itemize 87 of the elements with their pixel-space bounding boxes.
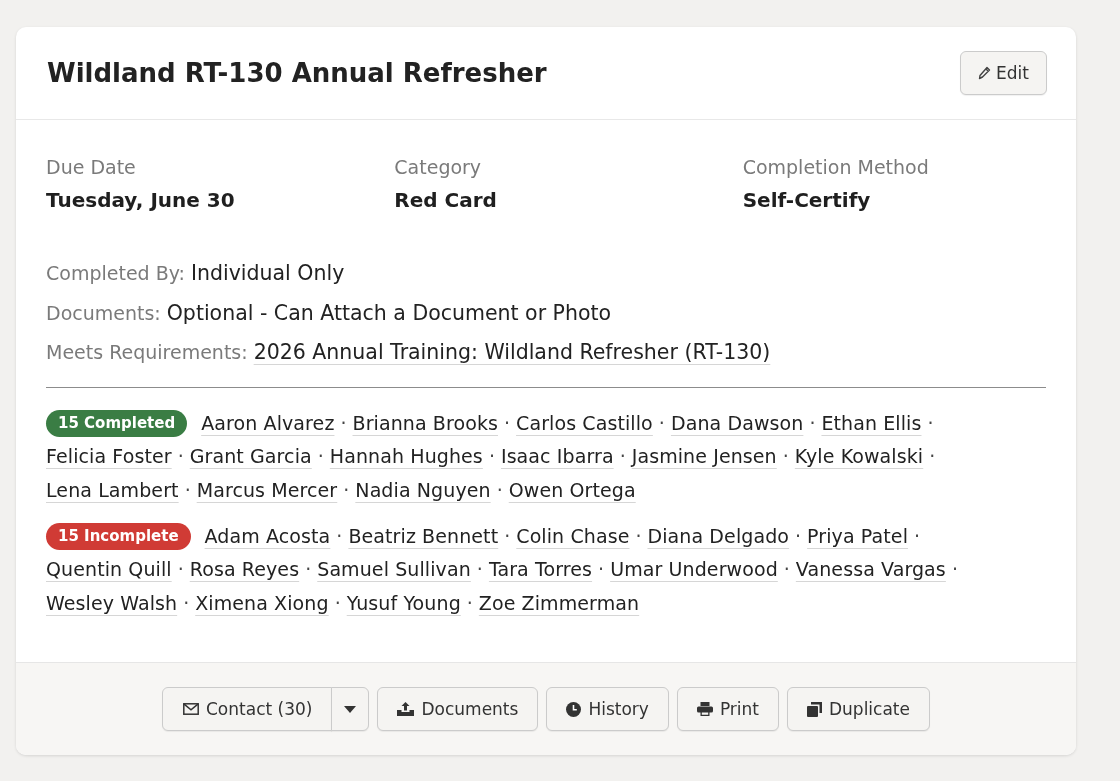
person-link[interactable]: Owen Ortega [508,473,636,507]
person-link[interactable]: Nadia Nguyen [355,473,491,507]
name-separator: · [334,590,341,616]
printer-icon [696,702,713,716]
envelope-icon [183,703,199,715]
upload-tray-icon [397,702,415,716]
name-separator: · [305,557,312,582]
person-link[interactable]: Quentin Quill [46,553,172,587]
clock-icon [566,701,582,717]
person-link[interactable]: Tara Torres [488,553,593,587]
person-link[interactable]: Dana Dawson [670,406,804,440]
card-title: Wildland RT-130 Annual Refresher [47,58,547,88]
name-separator: · [504,523,511,549]
name-separator: · [466,590,473,616]
action-button[interactable]: Duplicate [787,687,930,731]
name-separator: · [343,477,350,503]
name-separator: · [183,590,190,616]
person-link[interactable]: Ximena Xiong [195,586,329,620]
person-link[interactable]: Aaron Alvarez [201,406,335,440]
field-value: Self-Certify [742,188,872,212]
name-separator: · [914,523,921,549]
action-button[interactable]: Documents [377,687,539,731]
name-separator: · [496,477,503,503]
person-link[interactable]: Lena Lambert [46,473,179,507]
person-link[interactable]: Rosa Reyes [189,553,300,587]
name-separator: · [635,523,642,549]
name-separator: · [929,444,936,469]
person-link[interactable]: Felicia Foster [46,440,172,474]
person-link[interactable]: Priya Patel [807,519,908,553]
caret-icon [344,705,357,713]
field-value: Tuesday, June 30 [46,188,236,212]
person-link[interactable]: Ethan Ellis [821,406,922,440]
detail-value: Individual Only [190,261,345,285]
detail-label: Meets Requirements: [46,341,248,363]
person-link[interactable]: Beatriz Bennett [348,519,499,553]
person-link[interactable]: Diana Delgado [647,519,790,553]
edit-button[interactable]: Edit [960,51,1047,95]
name-separator: · [598,557,605,582]
action-button[interactable]: History [546,687,669,731]
name-separator: · [336,523,343,549]
person-link[interactable]: Vanessa Vargas [795,553,946,587]
name-separator: · [783,557,790,582]
name-separator: · [619,444,626,469]
name-separator: · [488,444,495,469]
dropdown-toggle-button[interactable] [331,687,370,731]
copy-icon [807,701,822,717]
name-separator: · [177,444,184,469]
detail-label: Completed By: [46,262,185,284]
name-separator: · [782,444,789,469]
name-separator: · [177,557,184,582]
person-link[interactable]: Isaac Ibarra [500,440,614,474]
person-link[interactable]: Grant Garcia [189,440,312,474]
status-badge: 15 Incomplete [46,522,191,550]
name-separator: · [184,477,191,503]
field-value: Red Card [394,188,498,212]
name-separator: · [951,557,958,582]
person-link[interactable]: Wesley Walsh [46,586,178,620]
person-link[interactable]: Umar Underwood [610,553,778,587]
name-separator: · [504,410,511,436]
name-separator: · [340,410,347,436]
name-separator: · [658,410,665,436]
detail-value: Optional - Can Attach a Document or Photo [166,300,612,325]
field-label: Completion Method [742,155,930,179]
person-link[interactable]: Carlos Castillo [516,406,653,440]
person-link[interactable]: Colin Chase [516,519,630,553]
status-badge: 15 Completed [46,409,188,437]
contact-button[interactable]: Contact (30) [162,687,333,731]
requirement-link[interactable]: 2026 Annual Training: Wildland Refresher (RT-130) [253,340,771,364]
detail-label: Documents: [46,301,161,324]
person-link[interactable]: Adam Acosta [204,519,331,553]
name-separator: · [795,523,802,549]
action-button[interactable]: Print [676,687,779,731]
name-separator: · [476,557,483,582]
person-link[interactable]: Hannah Hughes [329,440,483,474]
person-link[interactable]: Marcus Mercer [196,473,338,507]
person-link[interactable]: Jasmine Jensen [631,440,777,474]
name-separator: · [809,410,816,436]
field-label: Due Date [46,155,137,179]
person-link[interactable]: Samuel Sullivan [317,553,471,587]
person-link[interactable]: Kyle Kowalski [794,440,924,474]
person-link[interactable]: Zoe Zimmerman [478,586,640,620]
name-separator: · [927,410,934,436]
name-separator: · [317,444,324,469]
person-link[interactable]: Brianna Brooks [352,406,498,440]
field-label: Category [394,155,483,179]
person-link[interactable]: Yusuf Young [346,586,461,620]
pencil-icon [978,66,992,80]
